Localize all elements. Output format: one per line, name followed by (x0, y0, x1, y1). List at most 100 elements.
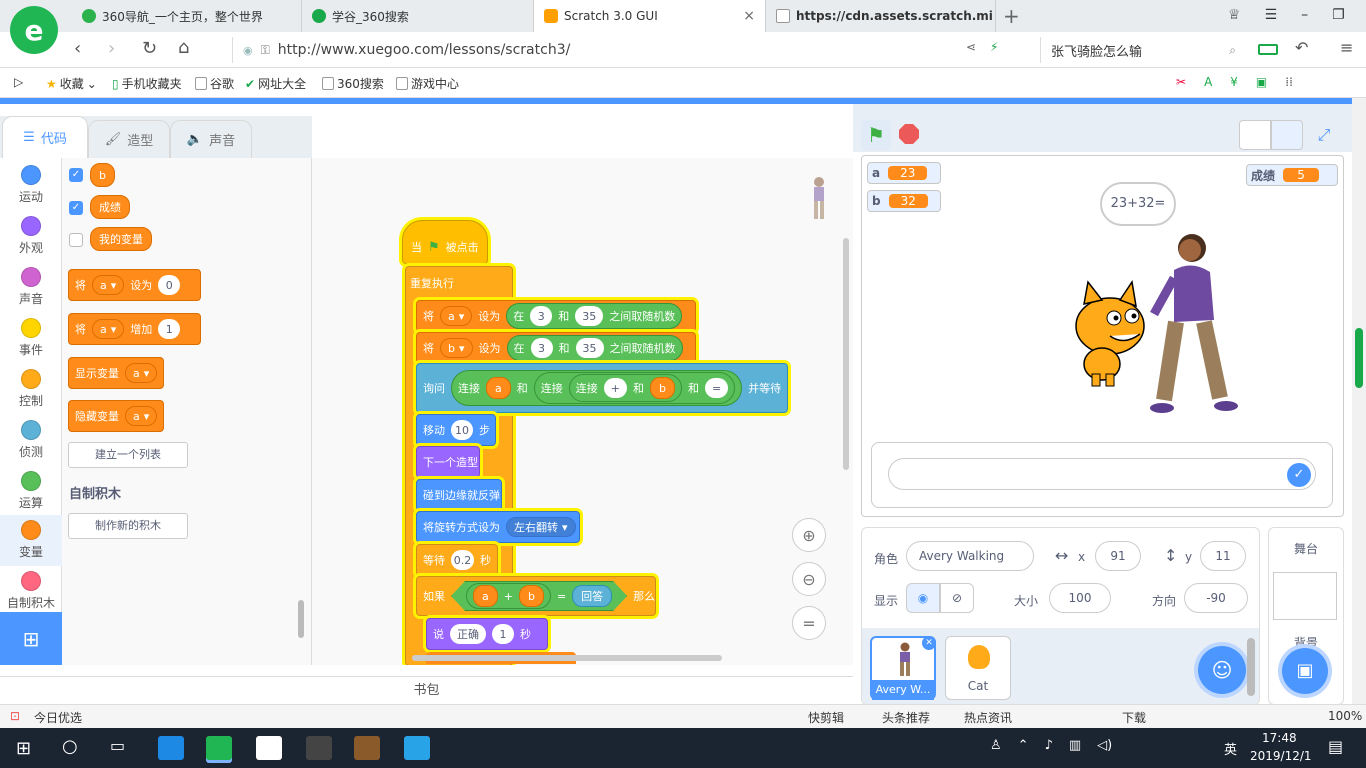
equals-input[interactable]: = (704, 378, 729, 398)
category-variables[interactable]: 变量 (0, 515, 62, 566)
variable-reporter-my-variable[interactable]: 我的变量 (90, 227, 152, 251)
join-operator-innermost[interactable]: 连接 + 和 b (568, 374, 682, 402)
add-sprite-button[interactable]: ☺ (1198, 646, 1246, 694)
close-tab-icon[interactable]: × (743, 8, 755, 24)
clock-time[interactable]: 17:48 (1262, 731, 1297, 745)
reload-icon[interactable]: ↻ (142, 38, 157, 59)
say-for-seconds-block[interactable]: 说 正确 1 秒 (426, 618, 548, 650)
maximize-icon[interactable]: ❐ (1332, 7, 1345, 23)
answer-input[interactable] (888, 458, 1316, 490)
message-input[interactable]: 正确 (450, 624, 486, 644)
stage-target-panel[interactable]: 舞台 背景 ▣ (1268, 527, 1344, 705)
variable-dropdown[interactable]: a ▾ (125, 363, 158, 383)
hat-when-flag-clicked[interactable]: 当 ⚑ 被点击 (402, 220, 488, 264)
y-input[interactable]: 11 (1200, 541, 1246, 571)
ime-indicator[interactable]: 英 (1224, 739, 1237, 758)
new-tab-button[interactable]: + (1003, 4, 1020, 28)
action-center-icon[interactable]: ▤ (1328, 737, 1343, 756)
forward-icon[interactable]: › (108, 38, 115, 59)
seconds-input[interactable]: 0.2 (451, 550, 474, 570)
share-icon[interactable]: ⋖ (966, 40, 976, 54)
join-operator[interactable]: 连接 a 和 连接 连接 + 和 b 和 = (451, 370, 743, 406)
stage[interactable]: a 23 b 32 成绩 5 23+32= ✓ (861, 155, 1344, 517)
sprite-name-input[interactable]: Avery Walking (906, 541, 1034, 571)
random-operator[interactable]: 在 3 和 35 之间取随机数 (506, 335, 683, 361)
search-icon[interactable]: ⌕ (1229, 43, 1236, 58)
variable-reporter-score[interactable]: 成绩 (90, 195, 130, 219)
variable-dropdown[interactable]: a ▾ (125, 406, 158, 426)
back-icon[interactable]: ‹ (74, 38, 81, 59)
value-input[interactable]: 0 (158, 275, 181, 295)
headlines-link[interactable]: 头条推荐 (882, 709, 930, 726)
bookmark-google[interactable]: 谷歌 (195, 75, 234, 92)
zoom-level[interactable]: 100% (1328, 709, 1362, 723)
bookmark-hao123[interactable]: ✔ 网址大全 (245, 75, 306, 92)
sprite-tile-cat[interactable]: Cat (945, 636, 1011, 700)
network-icon[interactable]: ▥ (1069, 738, 1081, 753)
undo-icon[interactable]: ↶ (1295, 38, 1308, 57)
category-control[interactable]: 控制 (0, 364, 62, 415)
volume-icon[interactable]: ◁) (1097, 738, 1112, 753)
page-scroll-thumb[interactable] (1355, 328, 1363, 388)
small-stage-button[interactable] (1239, 120, 1271, 150)
workspace-vscroll[interactable] (843, 238, 849, 470)
seconds-input[interactable]: 1 (492, 624, 514, 644)
bookmark-favorites[interactable]: ★ 收藏 ⌄ (46, 75, 97, 92)
zoom-reset-button[interactable]: = (792, 606, 826, 640)
tab-code[interactable]: ☰ 代码 (2, 116, 88, 158)
to-input[interactable]: 35 (575, 338, 604, 358)
bookmark-games[interactable]: 游戏中心 (396, 75, 459, 92)
app-icon[interactable] (256, 736, 282, 760)
hide-variable-block[interactable]: 隐藏变量 a ▾ (68, 400, 164, 432)
category-motion[interactable]: 运动 (0, 160, 62, 211)
delete-sprite-icon[interactable]: ✕ (922, 636, 936, 650)
show-variable-block[interactable]: 显示变量 a ▾ (68, 357, 164, 389)
add-operator[interactable]: a + b (466, 583, 551, 609)
download-link[interactable]: 下载 (1122, 709, 1146, 726)
size-input[interactable]: 100 (1049, 583, 1111, 613)
variable-reporter-b[interactable]: b (90, 163, 115, 187)
to-input[interactable]: 35 (575, 306, 604, 326)
menu-icon[interactable]: ☰ (1265, 7, 1278, 23)
tab-sounds[interactable]: 🔈 声音 (170, 120, 252, 158)
bounce-on-edge-block[interactable]: 碰到边缘就反弹 (416, 479, 502, 511)
page-scrollbar[interactable] (1352, 98, 1366, 704)
variable-dropdown[interactable]: a ▾ (440, 306, 473, 326)
tab-xuegu-search[interactable]: 学谷_360搜索 (302, 0, 534, 32)
workspace-hscroll[interactable] (412, 655, 722, 661)
answer-reporter[interactable]: 回答 (572, 585, 613, 607)
minecraft-icon[interactable] (354, 736, 380, 760)
rotation-dropdown[interactable]: 左右翻转 ▾ (506, 517, 576, 537)
fullscreen-button[interactable]: ⤢ (1309, 120, 1339, 150)
set-b-random-block[interactable]: 将 b ▾ 设为 在 3 和 35 之间取随机数 (416, 332, 696, 364)
variable-dropdown[interactable]: a ▾ (92, 275, 125, 295)
checkbox-score[interactable]: ✓ (69, 201, 83, 215)
scissors-icon[interactable]: ✂ (1176, 75, 1186, 89)
add-extension-button[interactable]: ⊞ (0, 612, 62, 665)
shopping-icon[interactable]: ¥ (1230, 75, 1238, 89)
variable-b-reporter[interactable]: b (649, 377, 675, 399)
make-block-button[interactable]: 制作新的积木 (68, 513, 188, 539)
edge-icon[interactable] (158, 736, 184, 760)
make-list-button[interactable]: 建立一个列表 (68, 442, 188, 468)
category-looks[interactable]: 外观 (0, 211, 62, 262)
battery-icon[interactable] (1258, 44, 1278, 55)
sprite-tile-avery[interactable]: Avery W... ✕ (870, 636, 936, 700)
green-flag-button[interactable]: ⚑ (861, 120, 891, 150)
browser-logo[interactable]: e (10, 6, 58, 54)
stop-button[interactable] (899, 124, 919, 144)
sprite-list-scrollbar[interactable] (1247, 638, 1255, 696)
steps-input[interactable]: 10 (451, 420, 473, 440)
if-then-block[interactable]: 如果 a + b = 回答 那么 (416, 576, 656, 616)
equals-operator[interactable]: a + b = 回答 (451, 581, 628, 611)
zoom-in-button[interactable]: ⊕ (792, 518, 826, 552)
add-backdrop-button[interactable]: ▣ (1282, 648, 1328, 694)
clock-date[interactable]: 2019/12/1 (1250, 749, 1312, 763)
category-events[interactable]: 事件 (0, 313, 62, 364)
backpack[interactable]: 书包 (0, 676, 853, 704)
video-clip-link[interactable]: 快剪辑 (808, 709, 844, 726)
category-sensing[interactable]: 侦测 (0, 415, 62, 466)
more-menu-icon[interactable]: ≡ (1340, 38, 1353, 57)
ie-icon[interactable] (404, 736, 430, 760)
random-operator[interactable]: 在 3 和 35 之间取随机数 (506, 303, 683, 329)
